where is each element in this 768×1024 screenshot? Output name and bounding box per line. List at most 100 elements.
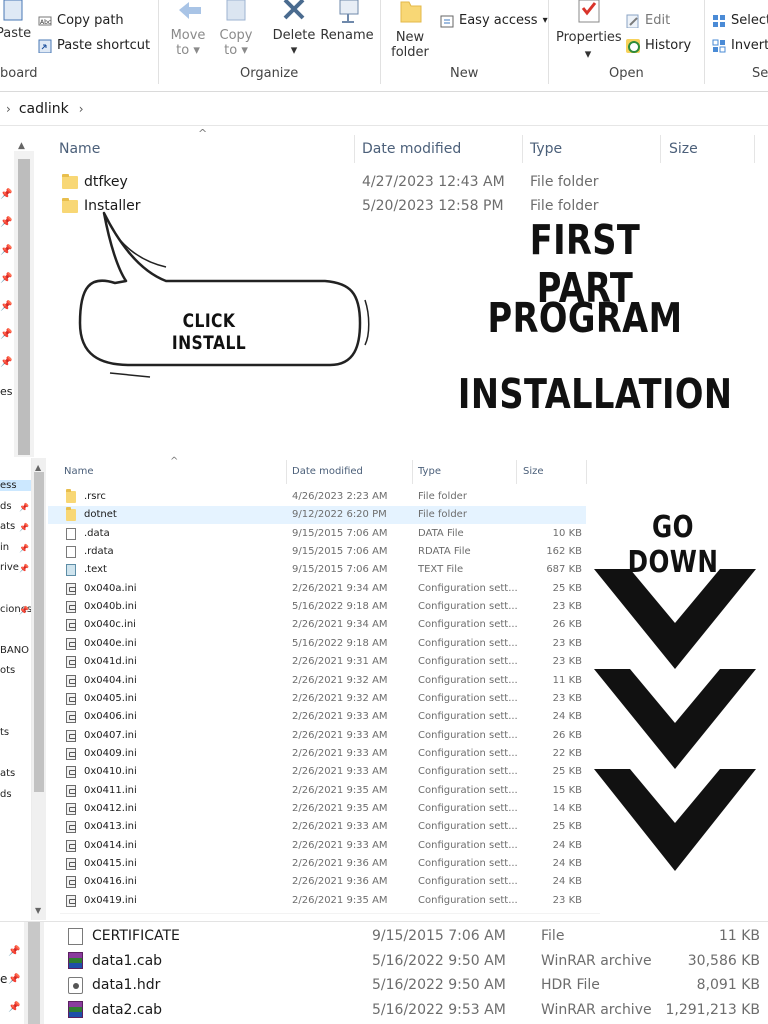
scroll-up-arrow-icon[interactable]: ▲ — [18, 141, 25, 151]
delete-button[interactable]: Delete ▾ — [272, 0, 316, 58]
file-row[interactable]: .data 9/15/2015 7:06 AM DATA File 10 KB — [48, 525, 586, 543]
nav-item-label[interactable]: es — [0, 385, 13, 398]
file-row[interactable]: .text 9/15/2015 7:06 AM TEXT File 687 KB — [48, 561, 586, 579]
select-all-button[interactable]: Select — [712, 13, 768, 28]
file-row[interactable]: .rsrc 4/26/2023 2:23 AM File folder — [48, 488, 586, 506]
new-group-label: New — [450, 66, 479, 81]
file-row[interactable]: 0x0412.ini 2/26/2021 9:35 AM Configuration… — [48, 800, 586, 818]
breadcrumb-chevron-icon[interactable]: › — [6, 102, 11, 116]
scroll-down-arrow-icon[interactable]: ▼ — [35, 906, 41, 915]
file-row[interactable]: data1.hdr 5/16/2022 9:50 AM HDR File 8,091 … — [44, 973, 764, 997]
file-row[interactable]: 0x0415.ini 2/26/2021 9:36 AM Configuration… — [48, 855, 586, 873]
nav-item[interactable]: ess — [0, 480, 31, 491]
pin-icon: 📌 — [8, 974, 21, 985]
column-header-date[interactable]: Date modified — [292, 466, 363, 477]
column-separator[interactable] — [516, 460, 517, 484]
nav-scrollbar[interactable] — [14, 151, 34, 457]
nav-scrollbar-thumb[interactable] — [34, 472, 44, 792]
file-row[interactable]: 0x041d.ini 2/26/2021 9:31 AM Configuration… — [48, 653, 586, 671]
pin-icon: 📌 — [0, 273, 13, 284]
file-row[interactable]: 0x040b.ini 5/16/2022 9:18 AM Configuration… — [48, 598, 586, 616]
column-header-type[interactable]: Type — [418, 466, 441, 477]
file-row[interactable]: CERTIFICATE 9/15/2015 7:06 AM File 11 KB — [44, 924, 764, 948]
file-row[interactable]: 0x0410.ini 2/26/2021 9:33 AM Configuration… — [48, 763, 586, 781]
column-header-size[interactable]: Size — [669, 141, 698, 157]
paste-button[interactable]: Paste — [0, 0, 31, 41]
column-header-type[interactable]: Type — [530, 141, 562, 157]
nav-item[interactable]: ds — [0, 789, 31, 800]
file-size: 25 KB — [552, 821, 582, 833]
nav-item[interactable]: BANO — [0, 645, 31, 656]
scroll-up-arrow-icon[interactable]: ▲ — [35, 463, 41, 472]
column-separator[interactable] — [754, 135, 755, 163]
nav-scrollbar-thumb[interactable] — [28, 922, 40, 1024]
address-bar[interactable]: › cadlink › — [0, 92, 768, 126]
column-separator[interactable] — [660, 135, 661, 163]
file-row[interactable]: 0x040c.ini 2/26/2021 9:34 AM Configuration… — [48, 616, 586, 634]
file-row[interactable]: 0x0416.ini 2/26/2021 9:36 AM Configuration… — [48, 873, 586, 891]
file-row[interactable]: dotnet 9/12/2022 6:20 PM File folder — [48, 506, 586, 525]
file-row[interactable]: 0x040e.ini 5/16/2022 9:18 AM Configuration… — [48, 635, 586, 653]
file-name: 0x0414.ini — [84, 839, 137, 851]
column-header-name[interactable]: Name — [59, 141, 100, 157]
file-row[interactable]: 0x0413.ini 2/26/2021 9:33 AM Configuration… — [48, 818, 586, 836]
paste-shortcut-button[interactable]: Paste shortcut — [38, 38, 150, 53]
nav-item[interactable]: ots — [0, 665, 31, 676]
column-header-size[interactable]: Size — [523, 466, 544, 477]
file-row[interactable]: dtfkey 4/27/2023 12:43 AM File folder — [0, 174, 768, 196]
edit-button[interactable]: Edit — [626, 13, 670, 28]
new-folder-icon — [400, 1, 422, 23]
file-row[interactable]: 0x0406.ini 2/26/2021 9:33 AM Configuration… — [48, 708, 586, 726]
file-row[interactable]: 0x0407.ini 2/26/2021 9:33 AM Configuration… — [48, 727, 586, 745]
copy-to-button[interactable]: Copy to ▾ — [218, 0, 254, 58]
new-folder-button[interactable]: New folder — [388, 0, 432, 60]
file-row[interactable]: 0x0404.ini 2/26/2021 9:32 AM Configuration… — [48, 672, 586, 690]
file-row[interactable]: 0x040a.ini 2/26/2021 9:34 AM Configuration… — [48, 580, 586, 598]
file-row[interactable]: data2.cab 5/16/2022 9:53 AM WinRAR archive… — [44, 998, 764, 1022]
breadcrumb-chevron-icon[interactable]: › — [79, 102, 84, 116]
history-button[interactable]: History — [626, 38, 691, 53]
properties-button[interactable]: Properties ▾ — [556, 0, 622, 62]
file-type: Configuration sett... — [418, 858, 518, 869]
file-row[interactable]: .rdata 9/15/2015 7:06 AM RDATA File 162 KB — [48, 543, 586, 561]
pin-icon: 📌 — [8, 1002, 21, 1013]
nav-scrollbar[interactable] — [24, 922, 44, 1024]
nav-item[interactable]: ats — [0, 768, 31, 779]
easy-access-dropdown-icon[interactable]: ▾ — [543, 15, 548, 26]
properties-dropdown-icon[interactable]: ▾ — [556, 47, 620, 62]
file-type: Configuration sett... — [418, 821, 518, 833]
file-type: Configuration sett... — [418, 674, 518, 686]
column-header-date[interactable]: Date modified — [362, 141, 461, 157]
file-row[interactable]: 0x0411.ini 2/26/2021 9:35 AM Configuration… — [48, 782, 586, 800]
file-row[interactable]: 0x0419.ini 2/26/2021 9:35 AM Configuration… — [48, 892, 586, 910]
column-separator[interactable] — [522, 135, 523, 163]
file-row[interactable]: data1.cab 5/16/2022 9:50 AM WinRAR archive… — [44, 949, 764, 973]
copy-path-button[interactable]: Abc Copy path — [38, 13, 124, 28]
nav-scrollbar[interactable] — [32, 458, 46, 920]
move-to-button[interactable]: Move to ▾ — [170, 0, 206, 58]
file-name: 0x0413.ini — [84, 821, 137, 833]
invert-selection-icon — [712, 39, 726, 52]
easy-access-button[interactable]: Easy access ▾ — [440, 13, 548, 28]
file-type: Configuration sett... — [418, 637, 518, 649]
column-separator[interactable] — [286, 460, 287, 484]
file-row[interactable]: 0x0409.ini 2/26/2021 9:33 AM Configuration… — [48, 745, 586, 763]
file-date: 9/15/2015 7:06 AM — [292, 527, 388, 539]
column-separator[interactable] — [412, 460, 413, 484]
file-name: dtfkey — [84, 174, 128, 190]
nav-item[interactable]: ts — [0, 727, 31, 738]
file-size: 24 KB — [552, 711, 582, 723]
invert-selection-button[interactable]: Invert — [712, 38, 768, 53]
nav-item-label[interactable]: e — [0, 972, 7, 986]
file-row[interactable]: 0x0405.ini 2/26/2021 9:32 AM Configuration… — [48, 690, 586, 708]
column-header-name[interactable]: Name — [64, 466, 94, 477]
file-date: 2/26/2021 9:34 AM — [292, 619, 388, 631]
delete-dropdown-icon[interactable]: ▾ — [272, 43, 316, 58]
column-separator[interactable] — [586, 460, 587, 484]
rename-button[interactable]: Rename — [320, 0, 374, 43]
svg-text:Abc: Abc — [40, 19, 51, 26]
file-row[interactable]: 0x0414.ini 2/26/2021 9:33 AM Configuration… — [48, 837, 586, 855]
column-separator[interactable] — [354, 135, 355, 163]
breadcrumb-cadlink[interactable]: cadlink — [19, 101, 69, 117]
file-date: 2/26/2021 9:35 AM — [292, 894, 388, 906]
